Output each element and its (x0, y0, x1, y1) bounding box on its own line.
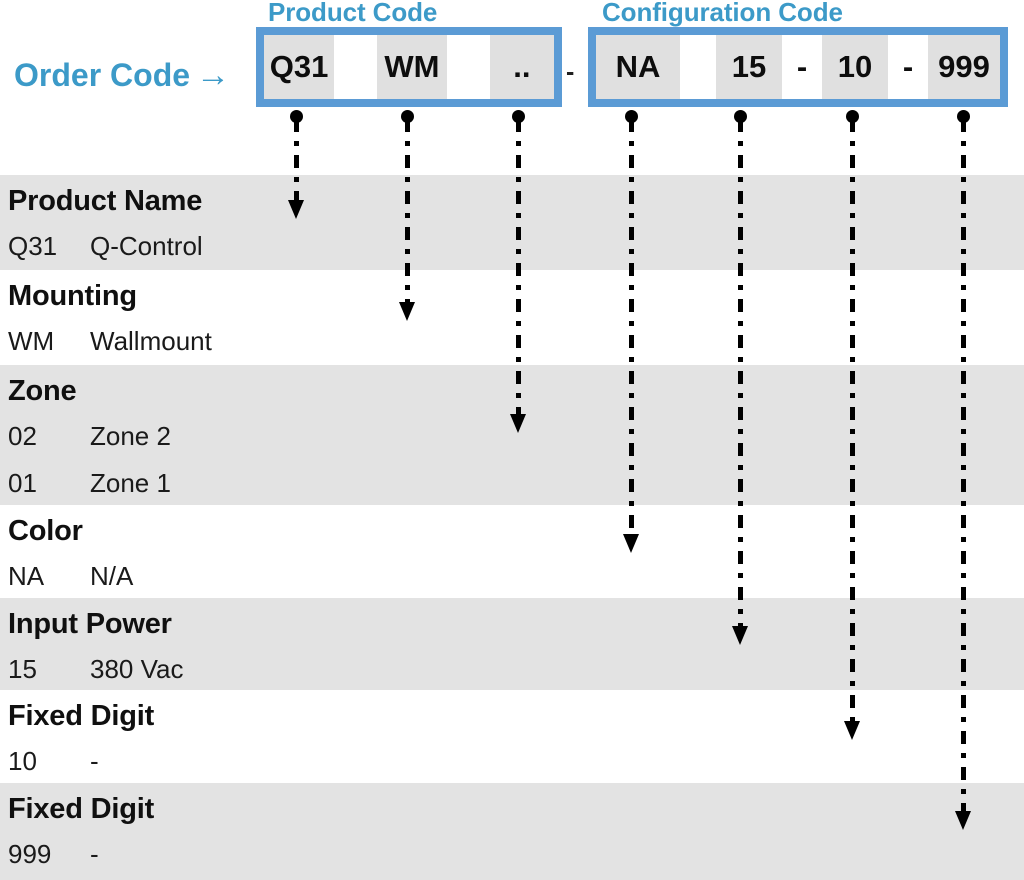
connector-wm (399, 110, 415, 321)
connector-dash-dot-line (516, 119, 521, 414)
order-code-label-text: Order Code (14, 57, 191, 93)
configuration-code-cell-6[interactable]: - (888, 35, 928, 99)
option-description: - (90, 746, 99, 776)
configuration-code-cell-5[interactable]: 10 (822, 35, 888, 99)
order-code-label: Order Code → (14, 56, 230, 95)
connector-arrowhead-icon (732, 626, 748, 645)
connector-zone (510, 110, 526, 433)
option-code: 01 (8, 468, 37, 498)
section-title: Product Name (8, 185, 203, 217)
option-code: 999 (8, 839, 52, 869)
option-code: 15 (8, 654, 37, 684)
connector-dash-dot-line (629, 119, 634, 534)
option-description: Zone 2 (90, 421, 171, 451)
product-code-cell-2[interactable] (334, 35, 377, 99)
configuration-code-cell-3[interactable]: 15 (716, 35, 782, 99)
connector-dash-dot-line (294, 119, 299, 200)
configuration-code-cell-1[interactable]: NA (596, 35, 680, 99)
product-code-cell-1[interactable]: Q31 (264, 35, 335, 99)
configuration-code-cell-7[interactable]: 999 (928, 35, 1000, 99)
section-title: Input Power (8, 608, 172, 640)
product-code-cell-5[interactable]: .. (489, 35, 554, 99)
option-description: Q-Control (90, 231, 203, 261)
connector-arrowhead-icon (955, 811, 971, 830)
connector-na (623, 110, 639, 553)
connector-arrowhead-icon (510, 414, 526, 433)
table-band (0, 505, 1024, 598)
option-code: 10 (8, 746, 37, 776)
option-description: - (90, 839, 99, 869)
product-code-title: Product Code (268, 0, 438, 27)
configuration-code-title: Configuration Code (602, 0, 843, 27)
connector-arrowhead-icon (623, 534, 639, 553)
section-title: Mounting (8, 280, 137, 312)
option-code: NA (8, 561, 45, 591)
connector-arrowhead-icon (399, 302, 415, 321)
connector-arrowhead-icon (844, 721, 860, 740)
product-code-cell-3[interactable]: WM (376, 35, 447, 99)
product-code-cell-4[interactable] (446, 35, 490, 99)
option-description: Wallmount (90, 326, 212, 356)
connector-999 (955, 110, 971, 830)
right-arrow-icon: → (196, 56, 231, 94)
connector-dash-dot-line (738, 119, 743, 626)
connector-dash-dot-line (405, 119, 410, 302)
connector-dash-dot-line (961, 119, 966, 811)
section-title: Zone (8, 375, 77, 407)
option-description: N/A (90, 561, 134, 591)
connector-arrowhead-icon (288, 200, 304, 219)
section-title: Fixed Digit (8, 700, 155, 732)
code-box-separator: - (566, 58, 575, 86)
section-title: Color (8, 515, 83, 547)
configuration-code-box[interactable]: NA 15-10-999 (588, 27, 1008, 107)
section-title: Fixed Digit (8, 793, 155, 825)
option-code: 02 (8, 421, 37, 451)
option-code: Q31 (8, 231, 58, 261)
option-code: WM (8, 326, 55, 356)
connector-q31 (288, 110, 304, 219)
option-description: Zone 1 (90, 468, 171, 498)
option-description: 380 Vac (90, 654, 184, 684)
connector-10 (844, 110, 860, 740)
product-code-box[interactable]: Q31 WM.. (256, 27, 562, 107)
configuration-code-cell-4[interactable]: - (782, 35, 822, 99)
connector-dash-dot-line (850, 119, 855, 721)
order-code-diagram: Product Code Configuration Code Order Co… (0, 0, 1024, 880)
configuration-code-cell-2[interactable] (680, 35, 716, 99)
connector-15 (732, 110, 748, 645)
